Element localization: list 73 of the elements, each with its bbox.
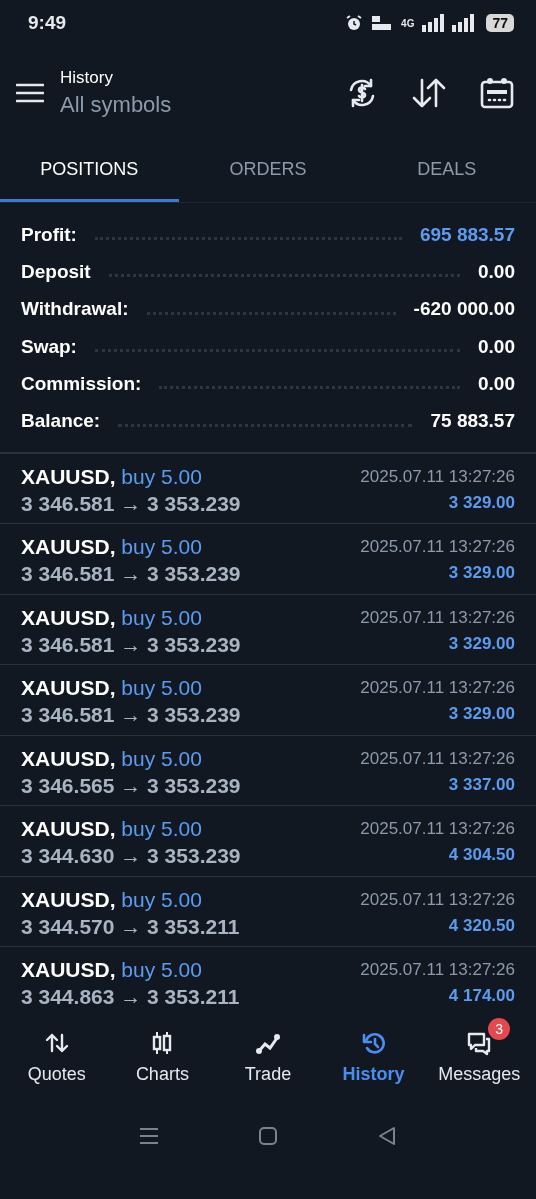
summary-value: 0.00 [478, 372, 515, 395]
recent-apps-icon[interactable] [139, 1125, 160, 1146]
trade-symbol: XAUUSD, [21, 817, 116, 841]
trade-profit: 4 174.00 [448, 986, 515, 1007]
home-icon[interactable] [258, 1125, 278, 1146]
trade-prices: 3 346.581 → 3 353.239 [21, 562, 241, 587]
summary-label: Balance: [21, 410, 101, 433]
trade-time: 2025.07.11 13:27:26 [360, 819, 515, 840]
trade-profit: 3 329.00 [448, 492, 515, 513]
clock-time: 9:49 [28, 12, 67, 34]
trade-time: 2025.07.11 13:27:26 [360, 466, 515, 487]
trade-time: 2025.07.11 13:27:26 [360, 748, 515, 769]
trade-side: buy 5.00 [121, 887, 202, 911]
trade-side: buy 5.00 [121, 958, 202, 982]
trade-profit: 3 329.00 [448, 633, 515, 654]
symbol-filter[interactable]: All symbols [60, 92, 172, 118]
trade-symbol: XAUUSD, [21, 464, 116, 488]
trade-prices: 3 346.565 → 3 353.239 [21, 773, 241, 798]
sort-icon[interactable] [412, 78, 446, 108]
unread-badge: 3 [488, 1017, 511, 1040]
trade-symbol: XAUUSD, [21, 887, 116, 911]
trade-side: buy 5.00 [121, 535, 202, 559]
trade-side: buy 5.00 [121, 605, 202, 629]
trade-profit: 3 329.00 [448, 563, 515, 584]
trade-side: buy 5.00 [121, 746, 202, 770]
nav-tab[interactable]: Quotes [4, 1015, 110, 1116]
trade-prices: 3 346.581 → 3 353.239 [21, 491, 241, 516]
trade-side: buy 5.00 [121, 676, 202, 700]
trade-time: 2025.07.11 13:27:26 [360, 960, 515, 981]
tab[interactable]: DEALS [357, 140, 536, 202]
trade-symbol: XAUUSD, [21, 676, 116, 700]
trade-time: 2025.07.11 13:27:26 [360, 537, 515, 558]
calendar-icon[interactable] [480, 77, 514, 109]
trade-side: buy 5.00 [121, 817, 202, 841]
menu-icon[interactable] [16, 83, 44, 103]
summary-label: Withdrawal: [21, 298, 129, 321]
summary-value: 0.00 [478, 260, 515, 283]
nav-tab[interactable]: Charts [109, 1015, 216, 1116]
trade-symbol: XAUUSD, [21, 746, 116, 770]
summary-value: -620 000.00 [413, 298, 515, 321]
screen-title: History [60, 68, 114, 88]
trade-time: 2025.07.11 13:27:26 [360, 607, 515, 628]
trade-symbol: XAUUSD, [21, 958, 116, 982]
summary-value: 75 883.57 [430, 410, 515, 433]
summary-label: Profit: [21, 223, 77, 246]
alarm-icon [345, 14, 364, 32]
network-type: 4G [401, 17, 415, 29]
trade-profit: 4 304.50 [448, 845, 515, 866]
trade-prices: 3 344.863 → 3 353.211 [21, 985, 240, 1010]
nav-tab[interactable]: Trade [215, 1015, 321, 1116]
trade-symbol: XAUUSD, [21, 535, 116, 559]
summary-label: Deposit [21, 260, 91, 283]
trade-symbol: XAUUSD, [21, 605, 116, 629]
summary-value: 695 883.57 [419, 223, 515, 246]
tab[interactable]: POSITIONS [0, 140, 179, 202]
summary-value: 0.00 [478, 335, 515, 358]
trade-profit: 3 329.00 [448, 704, 515, 725]
nav-tab[interactable]: 3 Messages [426, 1015, 532, 1116]
back-icon[interactable] [376, 1125, 397, 1146]
summary-label: Commission: [21, 372, 142, 395]
nav-tab[interactable]: History [320, 1015, 427, 1116]
trade-prices: 3 344.570 → 3 353.211 [21, 914, 240, 939]
tab[interactable]: ORDERS [178, 140, 358, 202]
trade-prices: 3 344.630 → 3 353.239 [21, 844, 241, 869]
trade-prices: 3 346.581 → 3 353.239 [21, 632, 241, 657]
trade-profit: 3 337.00 [448, 774, 515, 795]
trade-side: buy 5.00 [121, 464, 202, 488]
summary-label: Swap: [21, 335, 77, 358]
battery-level: 77 [486, 14, 514, 32]
trade-prices: 3 346.581 → 3 353.239 [21, 703, 241, 728]
trade-time: 2025.07.11 13:27:26 [360, 889, 515, 910]
trade-profit: 4 320.50 [448, 915, 515, 936]
trade-time: 2025.07.11 13:27:26 [360, 678, 515, 699]
